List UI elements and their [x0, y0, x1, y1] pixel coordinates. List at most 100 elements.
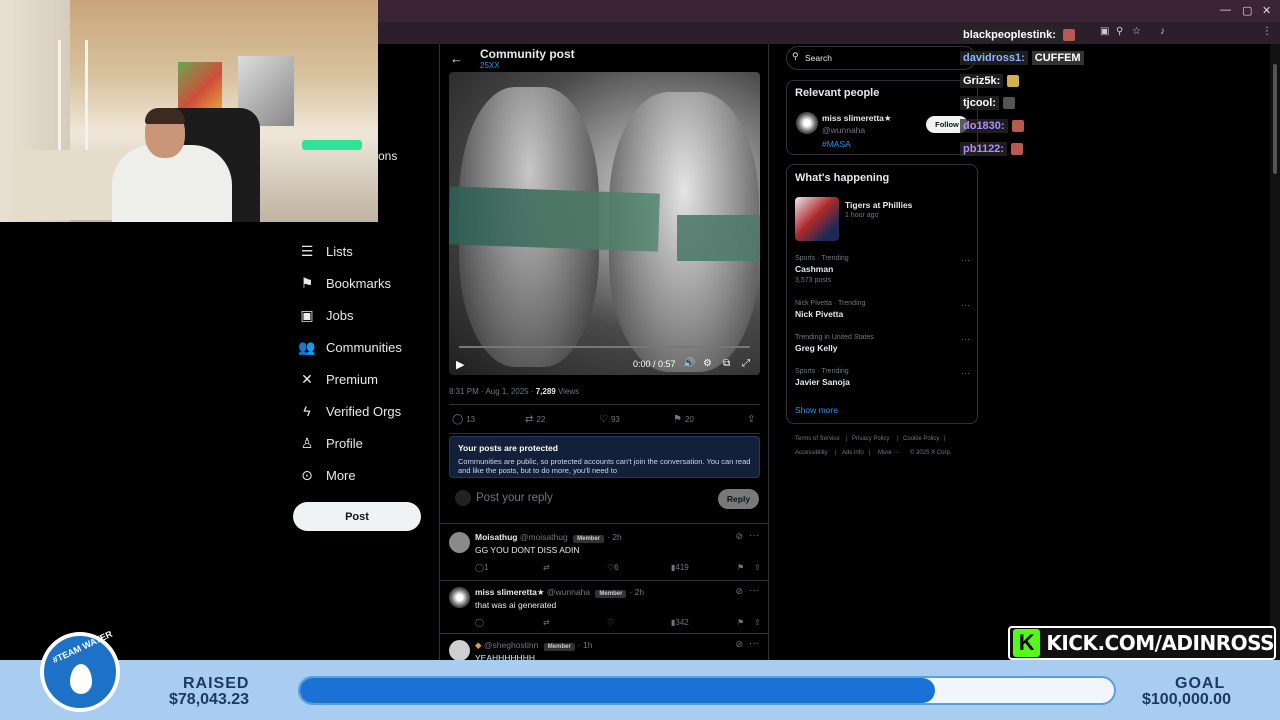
post-button[interactable]: Post [293, 502, 421, 531]
nav-item-profile[interactable]: ♙ Profile [298, 430, 363, 456]
nav-item-verified-orgs[interactable]: ϟ Verified Orgs [298, 398, 401, 424]
nav-item-lists[interactable]: ☰ Lists [298, 238, 353, 264]
event-image[interactable] [795, 197, 839, 241]
community-link[interactable]: 25XX [480, 61, 500, 70]
share-icon[interactable]: ⇪ [754, 618, 761, 627]
team-water-badge: #TEAM WATER [40, 629, 120, 712]
nav-item-more[interactable]: ⊙ More [298, 462, 356, 488]
share-icon[interactable]: ⇪ [754, 563, 761, 572]
footer-link[interactable]: Accessibility [795, 450, 828, 456]
views-icon[interactable]: ▮ 342 [671, 618, 689, 627]
comment-icon[interactable]: ◯ [475, 618, 484, 627]
scrollbar-thumb[interactable] [1273, 64, 1277, 174]
nav-item-communities[interactable]: 👥 Communities [298, 334, 402, 360]
grok-icon[interactable]: ⊘ [735, 531, 743, 542]
person-hashtag[interactable]: #MASA [822, 139, 851, 149]
grok-icon[interactable]: ⊘ [735, 586, 743, 597]
nav-label: Communities [326, 339, 402, 355]
reply-action[interactable]: ◯ 13 [452, 414, 475, 425]
trend-item[interactable]: Sports · Trending Cashman 3,573 posts ··… [795, 255, 970, 284]
back-arrow-icon[interactable]: ← [450, 51, 463, 66]
nav-item-premium[interactable]: ✕ Premium [298, 366, 378, 392]
footer-link[interactable]: Terms of Service [795, 436, 840, 442]
list-item[interactable]: miss slimeretta★ @wunnaha Member · 2h tha… [439, 581, 769, 634]
repost-icon[interactable]: ⇄ [543, 563, 550, 572]
audio-icon[interactable]: ♪ [1160, 26, 1165, 37]
repost-icon[interactable]: ⇄ [543, 618, 550, 627]
webcam-light [302, 140, 362, 150]
trend-item[interactable]: Nick Pivetta · Trending Nick Pivetta ··· [795, 300, 970, 319]
repost-action[interactable]: ⇄ 22 [525, 414, 545, 425]
more-icon[interactable]: ··· [961, 368, 970, 378]
minimize-icon[interactable]: — [1220, 4, 1231, 16]
pip-icon[interactable]: ⧉ [723, 358, 730, 369]
close-icon[interactable]: ✕ [1262, 4, 1271, 17]
reply-author[interactable]: ◆ @sheghostinn Member · 1h [475, 640, 592, 651]
maximize-icon[interactable]: ▢ [1242, 4, 1252, 17]
browser-toolbar [378, 22, 1280, 44]
avatar[interactable] [449, 532, 470, 553]
trend-item[interactable]: Sports · Trending Javier Sanoja ··· [795, 368, 970, 387]
star-icon[interactable]: ☆ [1132, 26, 1141, 37]
emote-icon [1003, 97, 1015, 109]
more-icon[interactable]: ··· [961, 334, 970, 344]
reply-input[interactable]: Post your reply [476, 492, 553, 504]
grok-icon[interactable]: ⊘ [735, 639, 743, 650]
views-icon[interactable]: ▮ 419 [671, 563, 689, 572]
chat-message: pb1122: [960, 142, 1023, 156]
more-icon[interactable]: ··· [961, 255, 970, 265]
reply-author[interactable]: miss slimeretta★ @wunnaha Member · 2h [475, 587, 644, 598]
reply-button[interactable]: Reply [718, 489, 759, 509]
scrollbar[interactable] [1270, 44, 1280, 660]
nav-item-bookmarks[interactable]: ⚑ Bookmarks [298, 270, 391, 296]
footer-link[interactable]: Cookie Policy [903, 436, 939, 442]
video-progress-bar[interactable] [459, 346, 750, 348]
list-item[interactable]: ◆ @sheghostinn Member · 1h YEAHHHHHHH ⊘ ·… [439, 634, 769, 663]
bookmark-action[interactable]: ⚑ 20 [673, 414, 694, 425]
reply-text: GG YOU DONT DISS ADIN [475, 545, 580, 555]
search-input[interactable]: Search [786, 46, 976, 70]
more-icon[interactable]: ··· [961, 300, 970, 310]
show-more-link[interactable]: Show more [795, 405, 838, 415]
reply-text: that was ai generated [475, 600, 557, 610]
avatar[interactable] [449, 640, 470, 661]
zoom-icon[interactable]: ⚲ [1116, 26, 1123, 37]
list-item[interactable]: Moisathug @moisathug Member · 2h GG YOU D… [439, 526, 769, 581]
footer-link[interactable]: More ··· [878, 450, 899, 456]
nav-label: More [326, 467, 356, 483]
more-icon[interactable]: ··· [749, 530, 759, 541]
like-action[interactable]: ♡ 93 [599, 414, 620, 425]
event-title[interactable]: Tigers at Phillies [845, 200, 912, 210]
avatar[interactable] [796, 112, 818, 134]
fullscreen-icon[interactable]: ⤢ [742, 358, 750, 369]
reply-actions: ◯ 1 ⇄ ♡ 6 ▮ 419 ⚑ ⇪ [475, 563, 765, 575]
bookmark-icon[interactable]: ⚑ [737, 563, 744, 572]
heart-icon[interactable]: ♡ [607, 618, 614, 627]
more-icon[interactable]: ··· [749, 585, 759, 596]
comment-icon[interactable]: ◯ 1 [475, 563, 488, 572]
trend-item[interactable]: Trending in United States Greg Kelly ··· [795, 334, 970, 353]
event-time: 1 hour ago [845, 212, 879, 219]
person-name[interactable]: miss slimeretta★ [822, 113, 892, 124]
post-meta: 8:31 PM · Aug 1, 2025 · 7,289 Views [449, 387, 580, 396]
volume-icon[interactable]: 🔊 [683, 358, 695, 369]
reply-author[interactable]: Moisathug @moisathug Member · 2h [475, 532, 622, 543]
x-logo-icon: ✕ [301, 370, 313, 387]
video-player[interactable] [449, 72, 760, 375]
bookmark-icon[interactable]: ⚑ [737, 618, 744, 627]
footer-link[interactable]: Ads info [842, 450, 864, 456]
play-icon[interactable]: ▶ [456, 358, 464, 371]
nav-label: Profile [326, 435, 363, 451]
chat-username: davidross1: [960, 51, 1028, 65]
extension-icon[interactable]: ▣ [1100, 26, 1109, 37]
nav-item-jobs[interactable]: ▣ Jobs [298, 302, 353, 328]
settings-icon[interactable]: ⚙ [703, 358, 712, 369]
heart-icon[interactable]: ♡ 6 [607, 563, 619, 572]
chat-username: pb1122: [960, 142, 1007, 156]
avatar[interactable] [449, 587, 470, 608]
more-icon[interactable]: ··· [749, 638, 759, 649]
share-action[interactable]: ⇪ [747, 414, 755, 425]
chat-text: CUFFEM [1031, 51, 1084, 65]
footer-link[interactable]: Privacy Policy [852, 436, 889, 442]
menu-icon[interactable]: ⋮ [1262, 26, 1272, 37]
